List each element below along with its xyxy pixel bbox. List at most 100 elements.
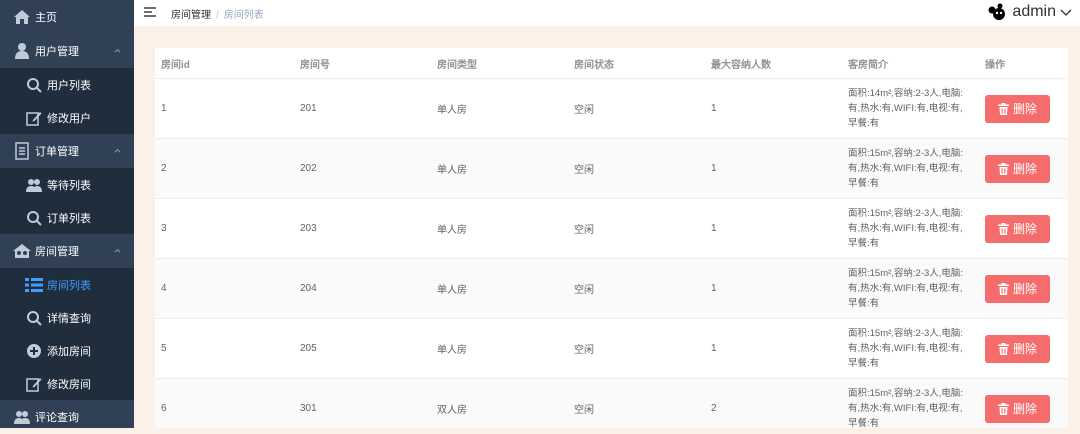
- search-icon: [24, 309, 44, 327]
- sidebar-item-label: 用户列表: [47, 79, 91, 92]
- sidebar-item-label: 用户管理: [35, 46, 79, 58]
- sidebar-item-label: 评论查询: [35, 412, 79, 424]
- cell-status: 空闲: [568, 198, 705, 259]
- cell-id: 5: [155, 318, 294, 379]
- sidebar-item-room-list[interactable]: 房间列表: [0, 268, 134, 301]
- table-row: 1 201 单人房 空闲 1 面积:14m²,容纳:2-3人,电脑:有,热水:有…: [155, 78, 1068, 139]
- column-header-type: 房间类型: [431, 48, 568, 79]
- room-table: 房间id 房间号 房间类型 房间状态 最大容纳人数 客房简介 操作 1 201 …: [155, 48, 1068, 428]
- column-header-number: 房间号: [294, 48, 431, 79]
- cell-status: 空闲: [568, 258, 705, 319]
- cell-capacity: 1: [705, 258, 842, 319]
- cell-actions: 删除: [979, 378, 1068, 428]
- search-icon: [24, 76, 44, 94]
- sidebar-item-label: 添加房间: [47, 345, 91, 358]
- cell-description: 面积:15m²,容纳:2-3人,电脑:有,热水:有,WIFI:有,电视:有,早餐…: [842, 198, 979, 259]
- column-header-description: 客房简介: [842, 48, 979, 79]
- column-header-capacity: 最大容纳人数: [705, 48, 842, 79]
- user-dropdown[interactable]: admin: [986, 0, 1072, 24]
- cell-number: 201: [294, 78, 431, 139]
- submenu-order: 等待列表 订单列表: [0, 168, 134, 234]
- sidebar-item-edit-user[interactable]: 修改用户: [0, 101, 134, 134]
- sidebar-item-waiting-list[interactable]: 等待列表: [0, 168, 134, 201]
- delete-button[interactable]: 删除: [985, 394, 1050, 423]
- breadcrumb-parent[interactable]: 房间管理: [171, 10, 211, 21]
- cell-status: 空闲: [568, 138, 705, 199]
- sidebar-item-detail-query[interactable]: 详情查询: [0, 301, 134, 334]
- delete-button[interactable]: 删除: [985, 274, 1050, 303]
- sidebar-item-home[interactable]: 主页: [0, 0, 134, 34]
- chevron-up-icon: [113, 46, 122, 58]
- sidebar-item-label: 等待列表: [47, 179, 91, 192]
- search-icon: [24, 209, 44, 227]
- sidebar-item-order-mgmt[interactable]: 订单管理: [0, 134, 134, 168]
- top-navbar: 房间管理 / 房间列表 admin: [134, 0, 1080, 26]
- username: admin: [1012, 3, 1056, 20]
- cell-id: 4: [155, 258, 294, 319]
- cell-status: 空闲: [568, 78, 705, 139]
- sidebar-item-label: 订单列表: [47, 212, 91, 225]
- delete-button[interactable]: 删除: [985, 154, 1050, 183]
- cell-description: 面积:15m²,容纳:2-3人,电脑:有,热水:有,WIFI:有,电视:有,早餐…: [842, 378, 979, 428]
- cell-actions: 删除: [979, 318, 1068, 379]
- table-row: 3 203 单人房 空闲 1 面积:15m²,容纳:2-3人,电脑:有,热水:有…: [155, 198, 1068, 259]
- cell-description: 面积:15m²,容纳:2-3人,电脑:有,热水:有,WIFI:有,电视:有,早餐…: [842, 258, 979, 319]
- column-header-id: 房间id: [155, 48, 294, 79]
- trash-icon: [997, 162, 1009, 175]
- delete-label: 删除: [1012, 342, 1037, 356]
- delete-label: 删除: [1012, 282, 1037, 296]
- sidebar-item-label: 修改用户: [47, 112, 91, 125]
- cell-id: 6: [155, 378, 294, 428]
- hamburger-icon[interactable]: [144, 5, 156, 23]
- add-circle-icon: [24, 342, 44, 360]
- cell-number: 204: [294, 258, 431, 319]
- cell-capacity: 1: [705, 318, 842, 379]
- cell-type: 单人房: [431, 318, 568, 379]
- delete-button[interactable]: 删除: [985, 94, 1050, 123]
- delete-button[interactable]: 删除: [985, 214, 1050, 243]
- trash-icon: [997, 282, 1009, 295]
- sidebar-item-label: 房间管理: [35, 246, 79, 258]
- chevron-up-icon: [113, 246, 122, 258]
- trash-icon: [997, 102, 1009, 115]
- sidebar-item-label: 修改房间: [47, 378, 91, 391]
- sidebar-item-order-list[interactable]: 订单列表: [0, 201, 134, 234]
- column-header-actions: 操作: [979, 48, 1068, 79]
- cell-description: 面积:14m²,容纳:2-3人,电脑:有,热水:有,WIFI:有,电视:有,早餐…: [842, 78, 979, 139]
- cell-capacity: 1: [705, 198, 842, 259]
- delete-label: 删除: [1012, 402, 1037, 416]
- cell-type: 单人房: [431, 258, 568, 319]
- delete-button[interactable]: 删除: [985, 334, 1050, 363]
- submenu-user: 用户列表 修改用户: [0, 68, 134, 134]
- sidebar: 主页 用户管理 用户列表 修改用户 订单管理 等待列表 订单列表 房间管理 房间…: [0, 0, 134, 428]
- sidebar-item-user-list[interactable]: 用户列表: [0, 68, 134, 101]
- sidebar-item-label: 详情查询: [47, 312, 91, 325]
- sidebar-item-comment-query[interactable]: 评论查询: [0, 400, 134, 434]
- trash-icon: [997, 402, 1009, 415]
- table-row: 4 204 单人房 空闲 1 面积:15m²,容纳:2-3人,电脑:有,热水:有…: [155, 258, 1068, 319]
- list-icon: [24, 276, 44, 294]
- cell-id: 1: [155, 78, 294, 139]
- users-icon: [24, 176, 44, 194]
- sidebar-item-room-mgmt[interactable]: 房间管理: [0, 234, 134, 268]
- cell-type: 单人房: [431, 138, 568, 199]
- sidebar-item-user-mgmt[interactable]: 用户管理: [0, 34, 134, 68]
- user-icon: [12, 42, 32, 60]
- sidebar-item-label: 订单管理: [35, 146, 79, 158]
- cell-type: 单人房: [431, 78, 568, 139]
- cell-capacity: 2: [705, 378, 842, 428]
- cell-capacity: 1: [705, 138, 842, 199]
- cell-actions: 删除: [979, 78, 1068, 139]
- delete-label: 删除: [1012, 162, 1037, 176]
- trash-icon: [997, 342, 1009, 355]
- breadcrumb-separator: /: [216, 10, 219, 21]
- cell-number: 301: [294, 378, 431, 428]
- sidebar-item-label: 主页: [35, 12, 57, 24]
- home-icon: [12, 8, 32, 26]
- cell-type: 双人房: [431, 378, 568, 428]
- sidebar-item-add-room[interactable]: 添加房间: [0, 334, 134, 367]
- cell-number: 202: [294, 138, 431, 199]
- chevron-up-icon: [113, 146, 122, 158]
- cell-number: 205: [294, 318, 431, 379]
- sidebar-item-edit-room[interactable]: 修改房间: [0, 367, 134, 400]
